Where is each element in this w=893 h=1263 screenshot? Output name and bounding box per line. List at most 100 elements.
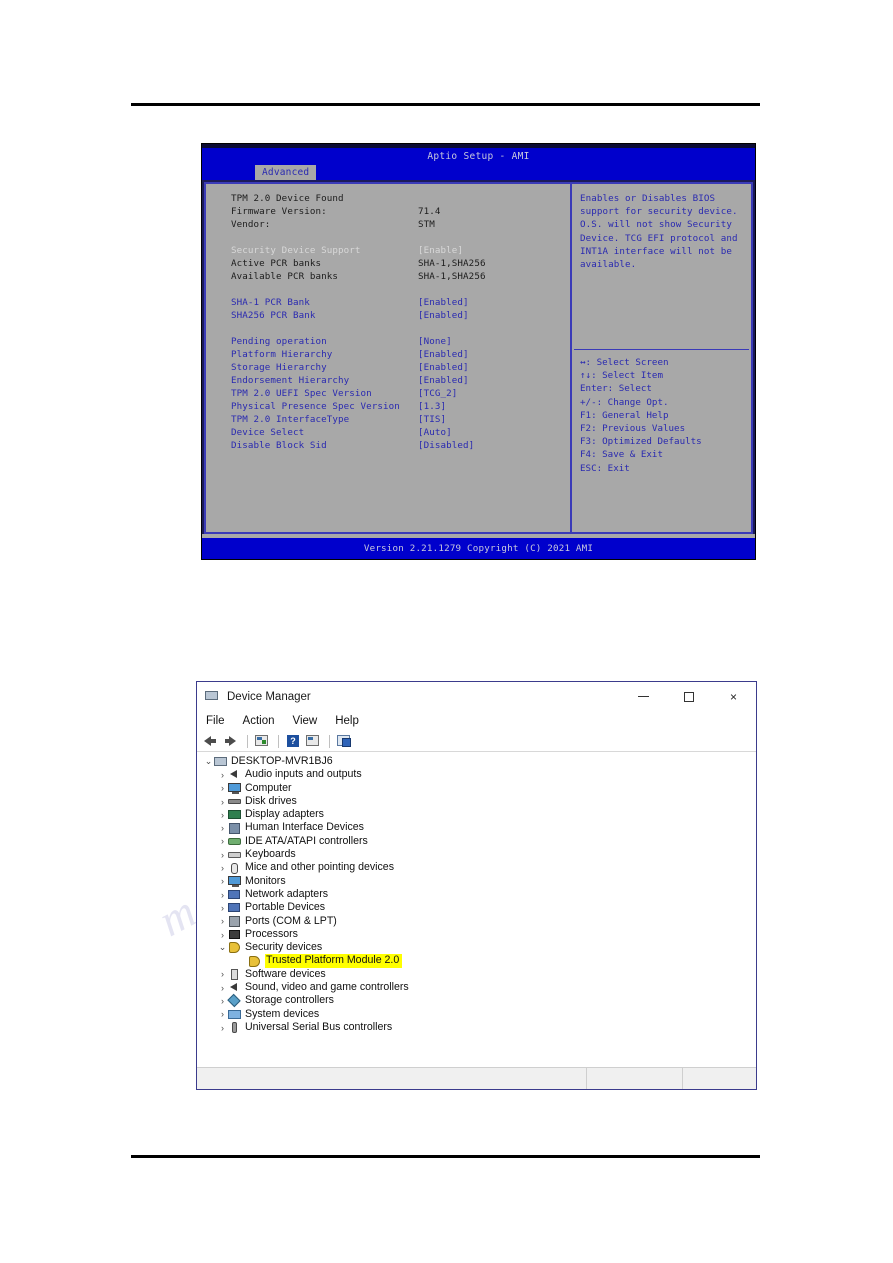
bios-setting-row[interactable]: SHA-1 PCR Bank [Enabled] <box>206 296 570 309</box>
software-device-icon <box>228 968 241 980</box>
tree-item-label: Universal Serial Bus controllers <box>245 1020 393 1033</box>
menu-item-help[interactable]: Help <box>335 715 359 727</box>
bios-setting-row[interactable]: TPM 2.0 UEFI Spec Version [TCG_2] <box>206 387 570 400</box>
bios-setting-row[interactable]: SHA256 PCR Bank [Enabled] <box>206 309 570 322</box>
minimize-button[interactable] <box>621 682 666 711</box>
chevron-right-icon[interactable]: › <box>217 836 228 846</box>
tree-item[interactable]: › Monitors <box>197 875 756 888</box>
bios-key-line: ↔: Select Screen <box>580 357 669 368</box>
tree-item-label: Sound, video and game controllers <box>245 981 409 994</box>
tree-item[interactable]: › Audio inputs and outputs <box>197 768 756 781</box>
storage-controller-icon <box>227 994 241 1008</box>
tree-item[interactable]: › Keyboards <box>197 848 756 861</box>
bios-setting-row[interactable]: Device Select [Auto] <box>206 426 570 439</box>
chevron-right-icon[interactable]: › <box>217 810 228 820</box>
bios-setting-row[interactable]: Pending operation [None] <box>206 335 570 348</box>
device-tree[interactable]: ⌄ DESKTOP-MVR1BJ6 › Audio inputs and output… <box>197 752 756 1067</box>
chevron-right-icon[interactable]: › <box>217 903 228 913</box>
tree-item-label: Human Interface Devices <box>245 821 364 834</box>
chevron-right-icon[interactable]: › <box>217 890 228 900</box>
bios-group-b: SHA-1 PCR Bank [Enabled] SHA256 PCR Bank [E… <box>206 296 570 322</box>
chevron-right-icon[interactable]: › <box>217 783 228 793</box>
help-glyph: ? <box>287 735 299 747</box>
chevron-right-icon[interactable]: › <box>217 797 228 807</box>
properties-icon[interactable] <box>253 733 271 749</box>
portable-device-icon <box>228 902 241 913</box>
bios-setting-row[interactable]: Endorsement Hierarchy [Enabled] <box>206 374 570 387</box>
bios-key-line: ↑↓: Select Item <box>580 370 663 382</box>
tree-item-label: DESKTOP-MVR1BJ6 <box>231 755 333 767</box>
bios-setting-label: Device Select <box>231 427 305 438</box>
bios-setting-row[interactable]: Platform Hierarchy [Enabled] <box>206 348 570 361</box>
tree-item[interactable]: › Disk drives <box>197 795 756 808</box>
bios-setting-value: [Enabled] <box>418 362 469 373</box>
chevron-right-icon[interactable]: › <box>217 916 228 926</box>
bios-help-line: Device. TCG EFI protocol and <box>580 232 738 244</box>
tree-item[interactable]: › Ports (COM & LPT) <box>197 915 756 928</box>
tree-item-label: Monitors <box>245 874 286 887</box>
maximize-button[interactable] <box>666 682 711 711</box>
bios-help-line: available. <box>580 259 637 271</box>
chevron-right-icon[interactable]: › <box>217 983 228 993</box>
menu-item-action[interactable]: Action <box>243 715 275 727</box>
tree-item[interactable]: › Software devices <box>197 968 756 981</box>
bios-setting-row[interactable]: Physical Presence Spec Version [1.3] <box>206 400 570 413</box>
tree-item-label: Storage controllers <box>245 994 334 1007</box>
chevron-right-icon[interactable]: › <box>217 930 228 940</box>
close-button[interactable]: × <box>711 682 756 711</box>
toolbar: ? <box>197 731 756 752</box>
tree-item-label: Audio inputs and outputs <box>245 768 362 781</box>
tree-item[interactable]: › System devices <box>197 1008 756 1021</box>
tree-item[interactable]: ⌄ Security devices <box>197 941 756 954</box>
tab-advanced[interactable]: Advanced <box>255 165 317 180</box>
tree-item[interactable]: › Universal Serial Bus controllers <box>197 1021 756 1034</box>
speaker-icon <box>228 769 241 780</box>
tree-item[interactable]: Trusted Platform Module 2.0 <box>197 954 756 968</box>
bios-help-line: O.S. will not show Security <box>580 219 733 231</box>
bios-setting-value: [Auto] <box>418 427 452 438</box>
help-icon[interactable]: ? <box>284 733 302 749</box>
chevron-right-icon[interactable]: › <box>217 1023 228 1033</box>
bios-help-text: Enables or Disables BIOS support for secu… <box>572 192 751 271</box>
bios-setting-value: SHA-1,SHA256 <box>418 271 486 282</box>
chevron-right-icon[interactable]: › <box>217 823 228 833</box>
chevron-right-icon[interactable]: › <box>217 996 228 1006</box>
bios-setting-row: TPM 2.0 Device Found <box>206 192 570 205</box>
tree-item[interactable]: › Mice and other pointing devices <box>197 861 756 874</box>
update-driver-icon[interactable] <box>304 733 322 749</box>
chevron-right-icon[interactable]: › <box>217 1009 228 1019</box>
tree-item[interactable]: › Sound, video and game controllers <box>197 981 756 994</box>
bios-setting-row[interactable]: TPM 2.0 InterfaceType [TIS] <box>206 413 570 426</box>
bios-setting-label: SHA-1 PCR Bank <box>231 297 310 308</box>
tree-item[interactable]: › Human Interface Devices <box>197 821 756 834</box>
chevron-down-icon[interactable]: ⌄ <box>217 942 228 953</box>
menu-item-view[interactable]: View <box>293 715 318 727</box>
tree-item[interactable]: › Network adapters <box>197 888 756 901</box>
chevron-down-icon[interactable]: ⌄ <box>203 756 214 767</box>
tree-item-label: Computer <box>245 781 292 794</box>
menu-item-file[interactable]: File <box>206 715 225 727</box>
bios-setting-row: Firmware Version: 71.4 <box>206 205 570 218</box>
tree-item[interactable]: › Computer <box>197 782 756 795</box>
tree-item[interactable]: › IDE ATA/ATAPI controllers <box>197 835 756 848</box>
tree-item[interactable]: › Display adapters <box>197 808 756 821</box>
page-footer-rule <box>131 1155 760 1158</box>
tree-item[interactable]: › Storage controllers <box>197 994 756 1008</box>
bios-setting-value: [Enabled] <box>418 297 469 308</box>
tree-root-node[interactable]: ⌄ DESKTOP-MVR1BJ6 <box>197 755 756 768</box>
back-icon[interactable] <box>202 733 220 749</box>
scan-hardware-changes-icon[interactable] <box>335 733 353 749</box>
tree-item[interactable]: › Processors <box>197 928 756 941</box>
chevron-right-icon[interactable]: › <box>217 876 228 886</box>
forward-icon[interactable] <box>222 733 240 749</box>
bios-setting-row[interactable]: Disable Block Sid [Disabled] <box>206 439 570 452</box>
chevron-right-icon[interactable]: › <box>217 770 228 780</box>
bios-setting-label: Available PCR banks <box>231 271 338 282</box>
chevron-right-icon[interactable]: › <box>217 969 228 979</box>
chevron-right-icon[interactable]: › <box>217 850 228 860</box>
tree-item[interactable]: › Portable Devices <box>197 901 756 914</box>
chevron-right-icon[interactable]: › <box>217 863 228 873</box>
tree-item-label: Processors <box>245 927 298 940</box>
bios-setting-row[interactable]: Storage Hierarchy [Enabled] <box>206 361 570 374</box>
